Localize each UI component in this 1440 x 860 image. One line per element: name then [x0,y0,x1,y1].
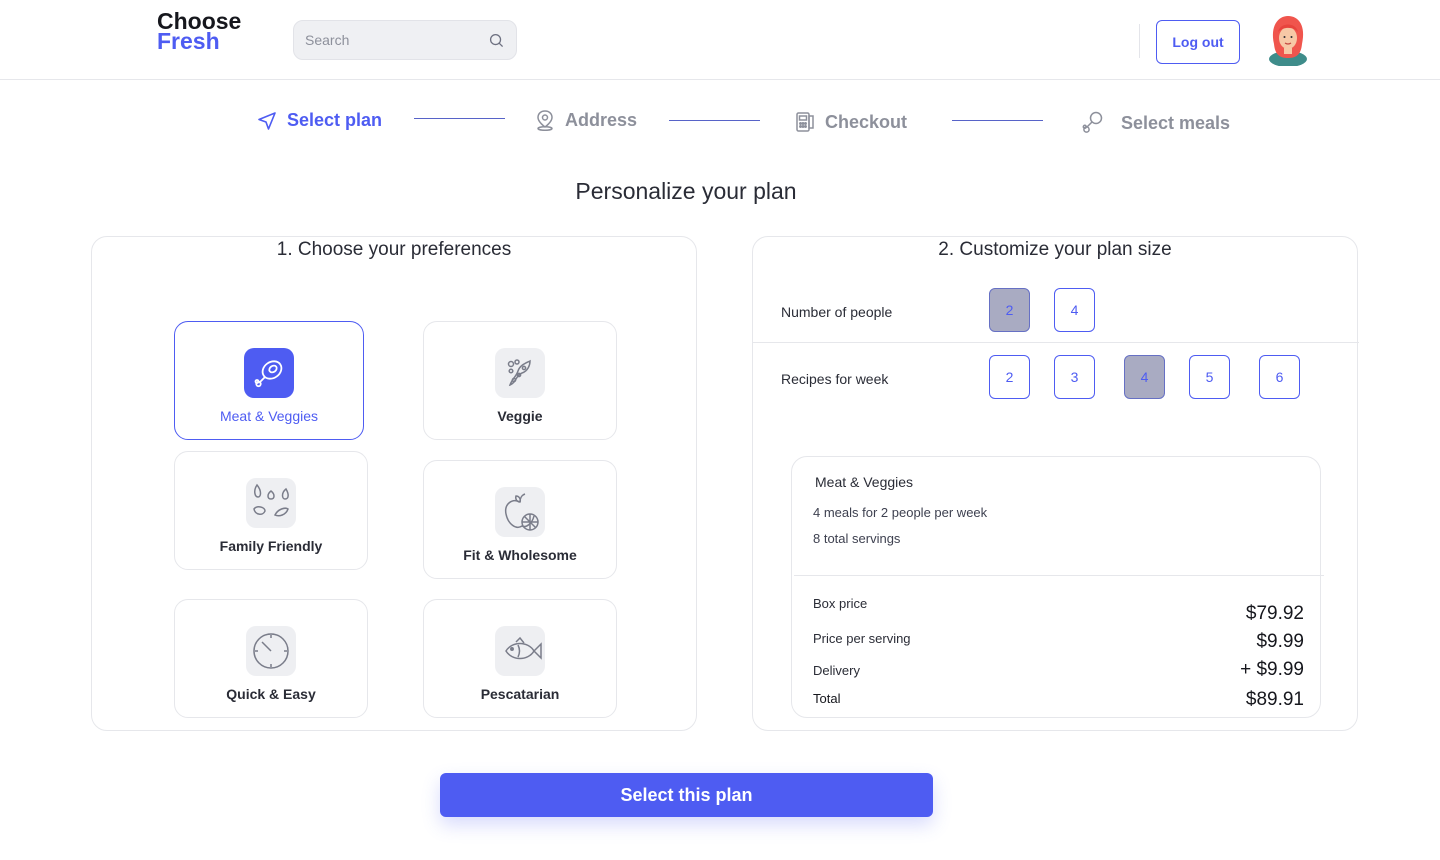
order-summary: Meat & Veggies 4 meals for 2 people per … [791,456,1324,718]
preference-label: Pescatarian [480,686,560,702]
meat-icon [244,348,294,398]
summary-plan-name: Meat & Veggies [815,474,914,490]
search-box [293,20,517,60]
apple-citrus-icon [495,487,545,537]
recipes-option-3[interactable]: 3 [1054,355,1095,399]
price-per-serving-label: Price per serving [813,631,911,646]
preference-card-quick-easy[interactable]: Quick & Easy [174,599,368,718]
preference-label: Quick & Easy [226,686,316,702]
recipes-label: Recipes for week [781,371,889,387]
card-terminal-icon [796,112,814,132]
step-connector [414,118,505,119]
box-price-value: $79.92 [1245,603,1304,624]
select-plan-button[interactable]: Select this plan [440,773,933,817]
delivery-label: Delivery [813,663,860,678]
pea-pod-icon [495,348,545,398]
recipes-option-2[interactable]: 2 [989,355,1030,399]
seeds-icon [246,478,296,528]
brand-line-2: Fresh [157,28,220,54]
step-address[interactable]: Address [535,109,637,131]
summary-divider [794,575,1324,576]
people-option-4[interactable]: 4 [1054,288,1095,332]
preference-card-veggie[interactable]: Veggie [423,321,617,440]
clock-icon [246,626,296,676]
preferences-title: 1. Choose your preferences [276,239,512,260]
preferences-panel: 1. Choose your preferences Meat & Veggie… [91,236,697,731]
search-input[interactable] [305,29,485,51]
location-pin-icon [537,110,553,131]
total-label: Total [813,691,841,706]
top-header: Choose Fresh Log out [0,0,1440,80]
total-value: $89.91 [1245,689,1304,710]
plan-size-panel: 2. Customize your plan size Number of pe… [752,236,1359,731]
preference-card-fit-wholesome[interactable]: Fit & Wholesome [423,460,617,579]
recipes-option-5[interactable]: 5 [1189,355,1230,399]
logout-button[interactable]: Log out [1156,20,1240,64]
price-per-serving-value: $9.99 [1256,631,1304,652]
avatar[interactable] [1264,14,1312,66]
recipes-option-4[interactable]: 4 [1124,355,1165,399]
step-connector [669,120,760,121]
step-select-meals[interactable]: Select meals [1082,111,1230,135]
step-select-plan[interactable]: Select plan [257,110,382,131]
preference-card-pescatarian[interactable]: Pescatarian [423,599,617,718]
preference-card-meat-veggies[interactable]: Meat & Veggies [174,321,364,440]
navigation-arrow-icon [258,111,276,130]
brand-logo[interactable]: Choose Fresh [157,10,241,54]
step-connector [952,120,1043,121]
box-price-label: Box price [813,596,868,611]
search-icon[interactable] [489,33,504,48]
step-label: Select meals [1121,112,1231,133]
people-option-2[interactable]: 2 [989,288,1030,332]
step-label: Checkout [825,111,908,132]
page-title: Personalize your plan [575,178,797,204]
people-label: Number of people [781,304,893,320]
fish-icon [495,626,545,676]
summary-meals: 4 meals for 2 people per week [813,505,988,520]
row-divider [753,342,1359,343]
plan-size-title: 2. Customize your plan size [938,239,1172,260]
preference-label: Family Friendly [219,538,323,554]
step-label: Select plan [287,110,383,130]
delivery-value: + $9.99 [1240,659,1304,680]
step-checkout[interactable]: Checkout [795,111,907,133]
recipes-option-6[interactable]: 6 [1259,355,1300,399]
summary-servings: 8 total servings [813,531,901,546]
preference-label: Meat & Veggies [219,408,319,424]
header-divider [1139,24,1140,58]
preference-card-family-friendly[interactable]: Family Friendly [174,451,368,570]
preference-label: Veggie [497,408,543,424]
preference-label: Fit & Wholesome [463,547,577,563]
drumstick-icon [1082,111,1103,133]
step-label: Address [565,109,638,130]
